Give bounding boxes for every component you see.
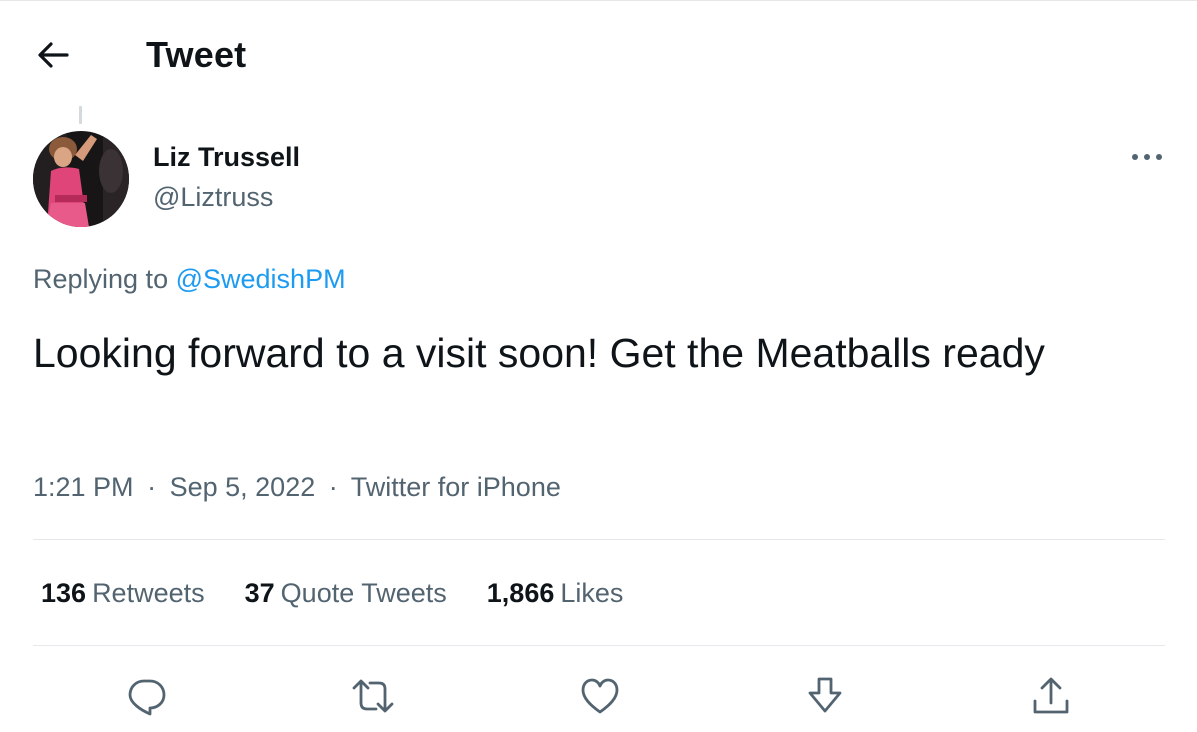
bookmark-button[interactable] bbox=[797, 668, 853, 724]
likes-label: Likes bbox=[560, 578, 624, 608]
tweet-stats: 136 Retweets 37 Quote Tweets 1,866 Likes bbox=[41, 578, 663, 609]
retweet-icon bbox=[352, 679, 394, 713]
retweets-stat[interactable]: 136 Retweets bbox=[41, 578, 205, 609]
author-name[interactable]: Liz Trussell bbox=[153, 142, 300, 173]
bookmark-icon bbox=[808, 677, 842, 713]
avatar[interactable] bbox=[33, 131, 129, 227]
reply-button[interactable] bbox=[119, 668, 175, 724]
tweet-actions bbox=[0, 668, 1197, 724]
thread-connector-line bbox=[79, 106, 82, 124]
replying-to: Replying to @SwedishPM bbox=[33, 264, 346, 295]
tweet-time[interactable]: 1:21 PM bbox=[33, 472, 134, 502]
like-icon bbox=[581, 678, 619, 714]
replying-to-handle-link[interactable]: @SwedishPM bbox=[176, 264, 346, 294]
quote-tweets-count: 37 bbox=[244, 578, 275, 608]
quote-tweets-label: Quote Tweets bbox=[280, 578, 447, 608]
tweet-source[interactable]: Twitter for iPhone bbox=[351, 472, 561, 502]
tweet-meta: 1:21 PM · Sep 5, 2022 · Twitter for iPho… bbox=[33, 472, 561, 503]
replying-to-label: Replying to bbox=[33, 264, 169, 294]
reply-icon bbox=[128, 679, 166, 716]
meta-separator: · bbox=[147, 472, 157, 502]
more-options-button[interactable] bbox=[1126, 140, 1168, 174]
avatar-image bbox=[33, 131, 129, 227]
tweet-text: Looking forward to a visit soon! Get the… bbox=[33, 330, 1045, 376]
divider bbox=[33, 645, 1165, 646]
like-button[interactable] bbox=[572, 668, 628, 724]
likes-count: 1,866 bbox=[486, 578, 555, 608]
arrow-left-icon bbox=[38, 42, 69, 68]
more-horizontal-icon bbox=[1132, 154, 1162, 160]
back-button[interactable] bbox=[30, 35, 76, 75]
author-handle[interactable]: @Liztruss bbox=[153, 182, 273, 213]
tweet-date[interactable]: Sep 5, 2022 bbox=[170, 472, 316, 502]
top-bar: Tweet bbox=[0, 0, 1197, 106]
meta-separator: · bbox=[328, 472, 338, 502]
retweet-button[interactable] bbox=[345, 668, 401, 724]
likes-stat[interactable]: 1,866 Likes bbox=[487, 578, 624, 609]
quote-tweets-stat[interactable]: 37 Quote Tweets bbox=[245, 578, 447, 609]
share-button[interactable] bbox=[1023, 668, 1079, 724]
page-title: Tweet bbox=[146, 34, 247, 75]
share-icon bbox=[1033, 677, 1069, 714]
divider bbox=[33, 539, 1165, 540]
retweets-count: 136 bbox=[41, 578, 87, 608]
retweets-label: Retweets bbox=[92, 578, 205, 608]
